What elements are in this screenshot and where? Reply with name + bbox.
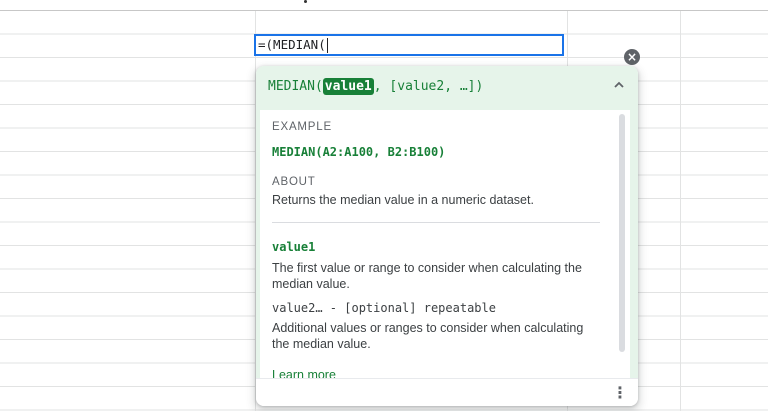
about-text: Returns the median value in a numeric da…	[272, 193, 534, 207]
more-vert-icon[interactable]: ⋮	[612, 383, 628, 403]
formula-help-content: EXAMPLE MEDIAN(A2:A100, B2:B100) ABOUT R…	[260, 110, 630, 378]
learn-more-link[interactable]: Learn more	[272, 368, 336, 378]
cell-editor-input[interactable]: =(MEDIAN(	[254, 34, 564, 56]
param-name: value1	[272, 240, 316, 254]
function-signature: MEDIAN(value1, [value2, …])	[268, 77, 483, 97]
close-icon[interactable]: ×	[624, 49, 640, 65]
chevron-up-icon[interactable]	[612, 78, 626, 92]
formula-help-popup: MEDIAN(value1, [value2, …]) EXAMPLE MEDI…	[256, 66, 638, 406]
header-mark	[304, 0, 307, 3]
signature-rest: , [value2, …])	[373, 79, 484, 94]
example-value: MEDIAN(A2:A100, B2:B100)	[272, 145, 446, 159]
formula-help-footer: ⋮	[256, 378, 638, 406]
param-description: The first value or range to consider whe…	[272, 261, 582, 291]
scrollbar-thumb[interactable]	[619, 114, 625, 352]
cell-editor-text: =(MEDIAN(	[258, 37, 326, 52]
formula-help-header[interactable]: MEDIAN(value1, [value2, …])	[256, 66, 638, 108]
param-name: value2… - [optional] repeatable	[272, 301, 496, 315]
text-caret	[326, 37, 328, 53]
about-label: ABOUT	[272, 176, 316, 188]
signature-prefix: MEDIAN(	[268, 79, 323, 94]
example-label: EXAMPLE	[272, 121, 332, 133]
column-header-strip	[0, 0, 768, 11]
column-divider	[680, 0, 681, 411]
param-description: Additional values or ranges to consider …	[272, 321, 584, 351]
section-divider	[272, 222, 600, 223]
signature-active-param: value1	[322, 78, 374, 95]
